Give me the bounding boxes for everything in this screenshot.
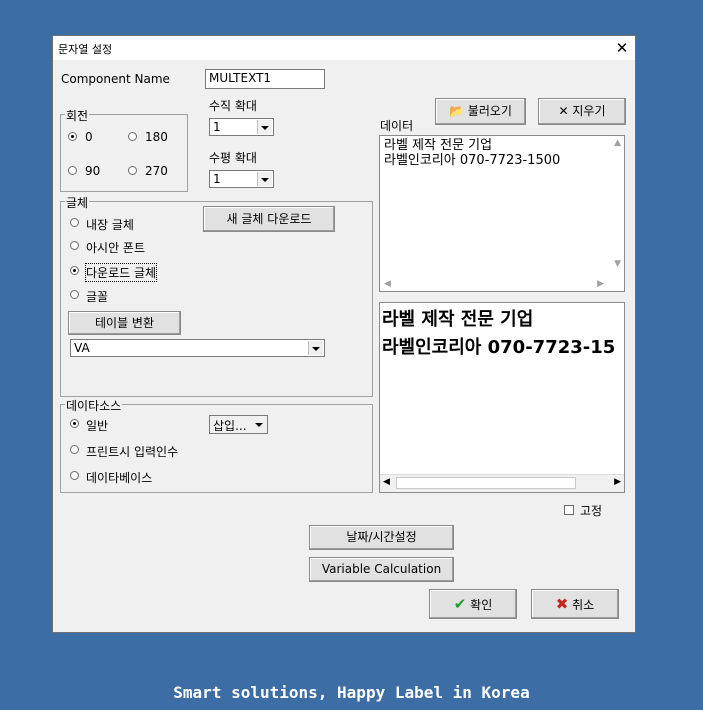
cancel-button-label: 취소 bbox=[572, 598, 595, 612]
component-name-input[interactable]: MULTEXT1 bbox=[205, 69, 325, 89]
radio-button[interactable] bbox=[70, 419, 79, 428]
checkmark-icon: ✔ bbox=[453, 595, 467, 613]
scroll-thumb[interactable] bbox=[396, 477, 576, 489]
data-source-option-label: 일반 bbox=[86, 419, 109, 433]
rotation-legend: 회전 bbox=[65, 107, 90, 124]
horizontal-scale-value: 1 bbox=[213, 172, 221, 186]
radio-button[interactable] bbox=[128, 132, 137, 141]
scroll-right-icon[interactable]: ▶ bbox=[597, 279, 604, 289]
radio-button[interactable] bbox=[70, 241, 79, 250]
load-button-label: 불러오기 bbox=[467, 104, 512, 118]
component-name-label: Component Name bbox=[61, 72, 170, 86]
footer-slogan: Smart solutions, Happy Label in Korea bbox=[173, 683, 530, 702]
data-line: 라벨인코리아 070-7723-1500 bbox=[384, 153, 561, 168]
data-line: 라벨 제작 전문 기업 bbox=[384, 138, 493, 153]
close-icon: ✕ bbox=[558, 104, 569, 118]
scroll-down-icon[interactable]: ▼ bbox=[614, 259, 621, 269]
data-source-legend: 데이타소스 bbox=[65, 397, 123, 414]
chevron-down-icon[interactable] bbox=[257, 172, 272, 186]
data-source-option-database[interactable]: 데이타베이스 bbox=[70, 469, 180, 485]
load-button[interactable]: 📂 불러오기 bbox=[435, 98, 526, 125]
string-settings-dialog: 문자열 설정 ✕ Component Name MULTEXT1 회전 0 18… bbox=[52, 35, 636, 633]
font-option-asian[interactable]: 아시안 폰트 bbox=[70, 239, 180, 255]
scroll-left-icon[interactable]: ◀ bbox=[383, 477, 390, 487]
scroll-left-icon[interactable]: ◀ bbox=[384, 279, 391, 289]
ok-button[interactable]: ✔ 확인 bbox=[429, 589, 517, 619]
font-legend: 글체 bbox=[65, 194, 90, 211]
data-source-option-normal[interactable]: 일반 bbox=[70, 417, 160, 433]
cancel-button[interactable]: ✖ 취소 bbox=[531, 589, 619, 619]
chevron-down-icon[interactable] bbox=[308, 341, 323, 355]
scroll-right-icon[interactable]: ▶ bbox=[614, 477, 621, 487]
close-icon[interactable]: ✕ bbox=[611, 37, 633, 59]
data-source-option-print-input[interactable]: 프린트시 입력인수 bbox=[70, 443, 210, 459]
radio-button[interactable] bbox=[68, 166, 77, 175]
rotation-option-label: 270 bbox=[145, 164, 168, 178]
horizontal-scale-label: 수평 확대 bbox=[209, 151, 257, 165]
rotation-option-label: 180 bbox=[145, 130, 168, 144]
folder-icon: 📂 bbox=[449, 104, 464, 118]
radio-button[interactable] bbox=[70, 290, 79, 299]
table-convert-button[interactable]: 테이블 변환 bbox=[68, 311, 181, 335]
preview-line: 라벨인코리아 070-7723-15 bbox=[382, 337, 616, 358]
clear-button-label: 지우기 bbox=[572, 104, 606, 118]
font-option-builtin[interactable]: 내장 글체 bbox=[70, 216, 180, 232]
preview-horizontal-scrollbar[interactable]: ◀ ▶ bbox=[380, 474, 624, 492]
rotation-option-0[interactable]: 0 bbox=[68, 130, 108, 144]
font-select-value: VA bbox=[74, 341, 90, 355]
preview-panel: 라벨 제작 전문 기업 라벨인코리아 070-7723-15 ◀ ▶ bbox=[379, 302, 625, 493]
data-source-option-label: 데이타베이스 bbox=[86, 471, 153, 485]
rotation-option-180[interactable]: 180 bbox=[128, 130, 178, 144]
rotation-option-90[interactable]: 90 bbox=[68, 164, 108, 178]
insert-label: 삽입... bbox=[213, 419, 247, 433]
vertical-scale-select[interactable]: 1 bbox=[209, 118, 274, 136]
chevron-down-icon[interactable] bbox=[257, 120, 272, 134]
radio-button[interactable] bbox=[70, 266, 79, 275]
font-option-label: 다운로드 글체 bbox=[84, 263, 158, 282]
rotation-option-270[interactable]: 270 bbox=[128, 164, 178, 178]
fixed-checkbox[interactable] bbox=[564, 505, 574, 515]
datetime-settings-button[interactable]: 날짜/시간설정 bbox=[309, 525, 454, 550]
radio-button[interactable] bbox=[128, 166, 137, 175]
horizontal-scale-select[interactable]: 1 bbox=[209, 170, 274, 188]
vertical-scale-value: 1 bbox=[213, 120, 221, 134]
radio-button[interactable] bbox=[70, 471, 79, 480]
chevron-down-icon[interactable] bbox=[252, 417, 266, 432]
ok-button-label: 확인 bbox=[470, 598, 493, 612]
clear-button[interactable]: ✕ 지우기 bbox=[538, 98, 626, 125]
font-option-label: 내장 글체 bbox=[86, 218, 134, 232]
variable-calculation-button[interactable]: Variable Calculation bbox=[309, 557, 454, 582]
scroll-up-icon[interactable]: ▲ bbox=[614, 138, 621, 148]
insert-dropdown-button[interactable]: 삽입... bbox=[209, 415, 268, 434]
vertical-scale-label: 수직 확대 bbox=[209, 99, 257, 113]
window-title: 문자열 설정 bbox=[58, 43, 113, 56]
rotation-option-label: 90 bbox=[85, 164, 101, 178]
data-textarea[interactable]: 라벨 제작 전문 기업 라벨인코리아 070-7723-1500 ▲ ▼ ◀ ▶ bbox=[379, 135, 625, 292]
fixed-label: 고정 bbox=[580, 504, 603, 518]
radio-button[interactable] bbox=[70, 445, 79, 454]
preview-line: 라벨 제작 전문 기업 bbox=[382, 309, 534, 330]
font-option-label: 아시안 폰트 bbox=[86, 241, 146, 255]
font-option-download[interactable]: 다운로드 글체 bbox=[70, 263, 180, 282]
cancel-x-icon: ✖ bbox=[555, 595, 569, 613]
rotation-option-label: 0 bbox=[85, 130, 93, 144]
rotation-group bbox=[60, 114, 188, 192]
data-label: 데이터 bbox=[380, 119, 414, 133]
data-source-option-label: 프린트시 입력인수 bbox=[86, 445, 179, 459]
radio-button[interactable] bbox=[68, 132, 77, 141]
title-bar: 문자열 설정 ✕ bbox=[53, 36, 635, 60]
font-option-label: 글꼴 bbox=[86, 290, 109, 304]
download-font-button[interactable]: 새 글체 다운로드 bbox=[203, 206, 335, 232]
font-select[interactable]: VA bbox=[70, 339, 325, 357]
font-option-typeface[interactable]: 글꼴 bbox=[70, 288, 180, 304]
radio-button[interactable] bbox=[70, 218, 79, 227]
